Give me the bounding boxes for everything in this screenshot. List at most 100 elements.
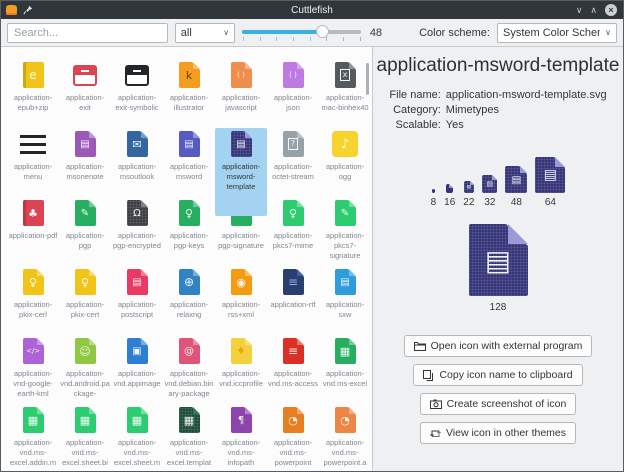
grid-item-application-pkcs7-signature[interactable]: ✎application-pkcs7-signature	[319, 197, 371, 266]
grid-item-application-vnd.ms-excel.templat[interactable]: ▦application-vnd.ms-excel.templat	[163, 404, 215, 472]
preview-icon-8: 8	[431, 189, 437, 208]
category-filter-dropdown[interactable]: all ∨	[175, 23, 235, 43]
large-preview: ▤ 128	[469, 224, 528, 313]
grid-item-application-ogg[interactable]: ♪application-ogg	[319, 128, 371, 197]
color-scheme-value: System Color Scheme	[503, 27, 600, 39]
application-msword-icon: ▤	[179, 129, 200, 159]
grid-item-application-json[interactable]: ( )application-json	[267, 59, 319, 128]
grid-item-application-exit-symbolic[interactable]: application-exit-symbolic	[111, 59, 163, 128]
preview-icon-128: ▤	[469, 224, 528, 296]
grid-item-application-illustrator[interactable]: kapplication-illustrator	[163, 59, 215, 128]
grid-item-application-msword[interactable]: ▤application-msword	[163, 128, 215, 197]
grid-item-label: application-pgp	[60, 231, 110, 251]
slider-handle[interactable]	[316, 25, 329, 38]
application-ogg-icon: ♪	[332, 129, 358, 159]
grid-item-label: application-vnd.ms-excel.templat	[164, 438, 214, 468]
grid-item-application-msoutlook[interactable]: ✉application-msoutlook	[111, 128, 163, 197]
application-exit-symbolic-icon	[125, 60, 149, 90]
grid-item-application-vnd.ms-access[interactable]: ≡application-vnd.ms-access	[267, 335, 319, 404]
application-pdf-icon: ♣	[23, 198, 44, 228]
grid-item-application-relaxng[interactable]: ⊕application-relaxng	[163, 266, 215, 335]
application-vnd.ms-infopath-icon: ¶	[231, 405, 252, 435]
application-rss+xml-icon: ◉	[231, 267, 252, 297]
button-label: Create screenshot of icon	[447, 398, 567, 410]
application-vnd.ms-excel.sheet.m-icon: ▦	[127, 405, 148, 435]
grid-item-label: application-rtf	[268, 300, 318, 310]
view-other-themes-button[interactable]: View icon in other themes	[420, 422, 576, 444]
icon-grid: eapplication-epub+zipapplication-exitapp…	[1, 47, 372, 472]
grid-item-application-pkix-cerl[interactable]: ♀application-pkix-cerl	[7, 266, 59, 335]
toolbar: all ∨ 48 Color scheme: System Color Sche…	[1, 19, 623, 47]
create-screenshot-button[interactable]: Create screenshot of icon	[420, 393, 577, 415]
application-vnd-google-earth-kml-icon: </>	[23, 336, 44, 366]
grid-item-application-octet-stream[interactable]: ?application-octet-stream	[267, 128, 319, 197]
grid-item-application-rss+xml[interactable]: ◉application-rss+xml	[215, 266, 267, 335]
icon-size-slider[interactable]	[242, 23, 363, 43]
application-vnd.android.package--icon: ☺	[75, 336, 96, 366]
grid-item-label: application-vnd.ms-excel.addin.m	[8, 438, 58, 468]
grid-item-application-sxw[interactable]: ▤ application-sxw	[319, 266, 371, 335]
grid-item-application-menu[interactable]: application-menu	[7, 128, 59, 197]
grid-item-application-vnd.appimage[interactable]: ▣ application-vnd.appimage	[111, 335, 163, 404]
grid-item-application-epub+zip[interactable]: eapplication-epub+zip	[7, 59, 59, 128]
grid-item-application-vnd.ms-excel.addin.m[interactable]: ▦application-vnd.ms-excel.addin.m	[7, 404, 59, 472]
grid-item-application-vnd.ms-excel.sheet.bi[interactable]: ▦application-vnd.ms-excel.sheet.bi	[59, 404, 111, 472]
grid-item-application-vnd.ms-powerpoint.a[interactable]: ◔application-vnd.ms-powerpoint.a	[319, 404, 371, 472]
grid-item-application-rtf[interactable]: ≡application-rtf	[267, 266, 319, 335]
grid-item-application-javascript[interactable]: ( )application-javascript	[215, 59, 267, 128]
grid-item-label: application-pgp-signature	[216, 231, 266, 251]
open-external-button[interactable]: Open icon with external program	[404, 335, 593, 357]
preview-size-label: 16	[444, 197, 455, 208]
grid-item-label: application-postscript	[112, 300, 162, 320]
grid-item-application-vnd.ms-infopath[interactable]: ¶application-vnd.ms-infopath	[215, 404, 267, 472]
application-msword-template-icon: ▤	[231, 129, 252, 159]
preview-size-label: 22	[463, 197, 474, 208]
grid-item-label: application-relaxng	[164, 300, 214, 320]
grid-item-application-pkcs7-mime[interactable]: ♀application-pkcs7-mime	[267, 197, 319, 266]
grid-item-application-msword-template[interactable]: ▤application-msword-template	[215, 128, 267, 216]
action-buttons: Open icon with external program Copy ico…	[404, 335, 593, 444]
titlebar[interactable]: Cuttlefish ∨ ∧ ×	[1, 1, 623, 19]
grid-item-application-pgp-keys[interactable]: ♀application-pgp-keys	[163, 197, 215, 266]
slider-fill	[242, 30, 323, 34]
grid-item-application-vnd.debian.binary-package[interactable]: @application-vnd.debian.binary-package	[163, 335, 215, 404]
pin-icon[interactable]	[23, 5, 33, 15]
application-pgp-keys-icon: ♀	[179, 198, 200, 228]
grid-item-application-msonenote[interactable]: ▤application-msonenote	[59, 128, 111, 197]
grid-item-application-vnd.ms-excel[interactable]: ▦application-vnd.ms-excel	[319, 335, 371, 404]
grid-item-application-exit[interactable]: application-exit	[59, 59, 111, 128]
grid-item-application-postscript[interactable]: ▤application-postscript	[111, 266, 163, 335]
maximize-button[interactable]: ∧	[590, 6, 597, 15]
minimize-button[interactable]: ∨	[576, 6, 583, 15]
application-sxw-icon: ▤	[335, 267, 356, 297]
preview-icon-32: ▤32	[482, 175, 497, 208]
close-button[interactable]: ×	[605, 4, 617, 16]
grid-item-label: application-msoutlook	[112, 162, 162, 182]
grid-item-application-pgp[interactable]: ✎application-pgp	[59, 197, 111, 266]
grid-item-label: application-pkix-cert	[60, 300, 110, 320]
grid-item-application-vnd.iccprofile[interactable]: ♦application-vnd.iccprofile	[215, 335, 267, 404]
application-vnd.appimage-icon: ▣	[127, 336, 148, 366]
size-previews: 816▤22▤32▤48▤64	[431, 157, 566, 208]
vertical-scrollbar[interactable]	[366, 63, 369, 95]
grid-item-application-vnd.android.package-[interactable]: ☺application-vnd.android.package-	[59, 335, 111, 404]
field-value: Yes	[446, 119, 607, 131]
grid-item-application-mac-binhex40[interactable]: xapplication-mac-binhex40	[319, 59, 371, 128]
grid-item-application-pgp-encrypted[interactable]: Ωapplication-pgp-encrypted	[111, 197, 163, 266]
copy-name-button[interactable]: Copy icon name to clipboard	[413, 364, 582, 386]
grid-item-application-pdf[interactable]: ♣application-pdf	[7, 197, 59, 266]
grid-item-application-vnd-google-earth-kml[interactable]: </> application-vnd-google-earth-kml	[7, 335, 59, 404]
grid-item-label: application-sxw	[320, 300, 370, 320]
application-vnd.ms-excel.addin.m-icon: ▦	[23, 405, 44, 435]
grid-item-label: application-vnd.ms-excel.sheet.bi	[60, 438, 110, 468]
grid-item-application-vnd.ms-powerpoint[interactable]: ◔application-vnd.ms-powerpoint	[267, 404, 319, 472]
grid-item-application-vnd.ms-excel.sheet.m[interactable]: ▦application-vnd.ms-excel.sheet.m	[111, 404, 163, 472]
color-scheme-dropdown[interactable]: System Color Scheme ∨	[497, 23, 617, 43]
field-label: Category:	[389, 104, 440, 116]
grid-item-label: application-vnd-google-earth-kml	[8, 369, 58, 399]
search-input[interactable]	[7, 23, 168, 43]
grid-item-label: application-vnd.appimage	[112, 369, 162, 389]
application-octet-stream-icon: ?	[283, 129, 304, 159]
grid-item-application-pkix-cert[interactable]: ♀application-pkix-cert	[59, 266, 111, 335]
application-vnd.ms-excel-icon: ▦	[335, 336, 356, 366]
